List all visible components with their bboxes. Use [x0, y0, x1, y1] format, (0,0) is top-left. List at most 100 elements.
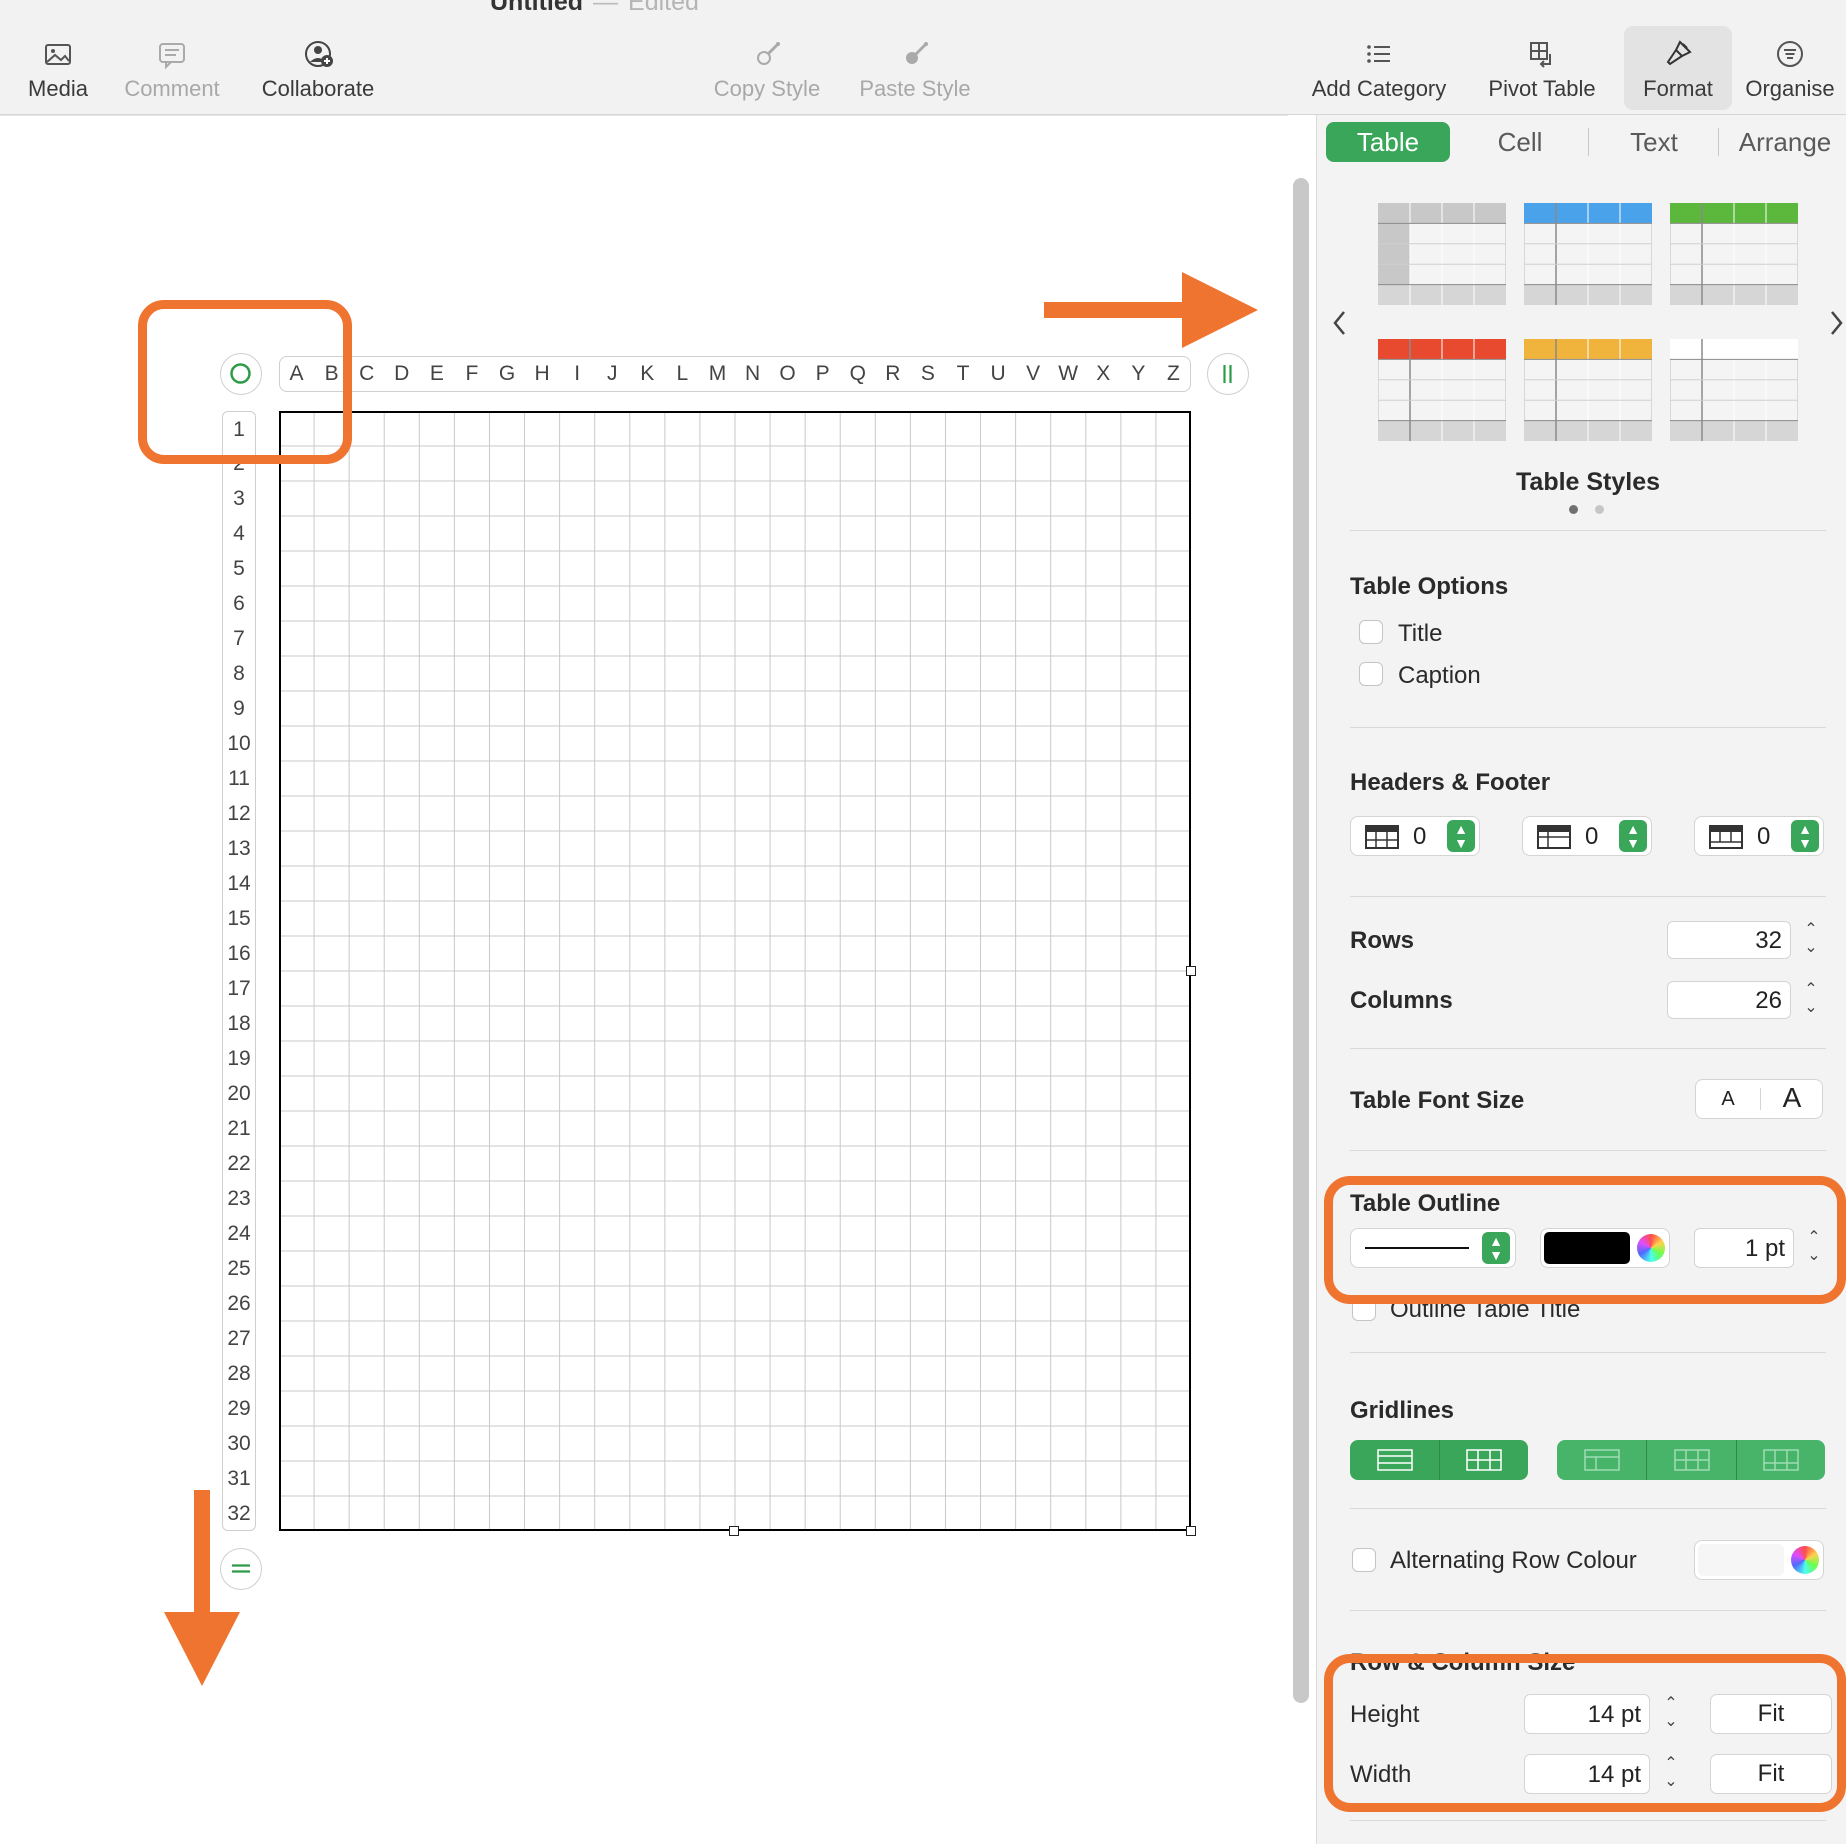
page-dot-active[interactable]: [1569, 505, 1578, 514]
paste-style-button[interactable]: Paste Style: [852, 26, 978, 110]
column-header-W[interactable]: W: [1051, 356, 1086, 392]
column-header-P[interactable]: P: [805, 356, 840, 392]
header-rows-stepper[interactable]: ▲ ▼: [1447, 820, 1475, 852]
column-header-X[interactable]: X: [1086, 356, 1121, 392]
table-style-thumbnail[interactable]: [1524, 203, 1652, 305]
row-header-6[interactable]: 6: [222, 586, 256, 621]
column-header-Q[interactable]: Q: [840, 356, 875, 392]
column-header-F[interactable]: F: [454, 356, 489, 392]
chevron-right-icon[interactable]: [1826, 308, 1846, 338]
rows-stepper[interactable]: ⌃ ⌄: [1800, 921, 1822, 961]
row-header-16[interactable]: 16: [222, 936, 256, 971]
column-header-I[interactable]: I: [560, 356, 595, 392]
rows-input[interactable]: 32: [1667, 921, 1791, 959]
organise-button[interactable]: Organise: [1740, 26, 1840, 110]
horizontal-gridlines-button[interactable]: [1350, 1440, 1440, 1480]
row-header-13[interactable]: 13: [222, 831, 256, 866]
pivot-table-button[interactable]: Pivot Table: [1478, 26, 1606, 110]
row-header-18[interactable]: 18: [222, 1006, 256, 1041]
add-column-handle[interactable]: [1207, 353, 1249, 395]
media-button[interactable]: Media: [14, 26, 102, 110]
row-header-8[interactable]: 8: [222, 656, 256, 691]
column-header-H[interactable]: H: [525, 356, 560, 392]
footer-gridlines-button[interactable]: [1737, 1440, 1825, 1480]
column-header-O[interactable]: O: [770, 356, 805, 392]
column-header-R[interactable]: R: [875, 356, 910, 392]
footer-rows-stepper[interactable]: ▲ ▼: [1791, 820, 1819, 852]
row-header-23[interactable]: 23: [222, 1181, 256, 1216]
header-column-gridlines-button[interactable]: [1647, 1440, 1737, 1480]
row-header-21[interactable]: 21: [222, 1111, 256, 1146]
row-header-20[interactable]: 20: [222, 1076, 256, 1111]
row-header-28[interactable]: 28: [222, 1356, 256, 1391]
alternating-color-well[interactable]: [1694, 1540, 1824, 1580]
table-grid[interactable]: [279, 411, 1191, 1531]
column-header-M[interactable]: M: [700, 356, 735, 392]
column-header-G[interactable]: G: [489, 356, 524, 392]
decrease-font-size-button[interactable]: A: [1696, 1080, 1760, 1118]
row-header-14[interactable]: 14: [222, 866, 256, 901]
column-header-S[interactable]: S: [910, 356, 945, 392]
column-header-N[interactable]: N: [735, 356, 770, 392]
row-header-15[interactable]: 15: [222, 901, 256, 936]
tab-arrange[interactable]: Arrange: [1724, 122, 1846, 162]
header-columns-control[interactable]: 0 ▲ ▼: [1522, 816, 1652, 856]
row-header-27[interactable]: 27: [222, 1321, 256, 1356]
row-header-4[interactable]: 4: [222, 516, 256, 551]
row-header-25[interactable]: 25: [222, 1251, 256, 1286]
column-header-K[interactable]: K: [630, 356, 665, 392]
header-columns-stepper[interactable]: ▲ ▼: [1619, 820, 1647, 852]
resize-handle-corner[interactable]: [1186, 1526, 1196, 1536]
table-style-thumbnail[interactable]: [1378, 203, 1506, 305]
header-rows-control[interactable]: 0 ▲ ▼: [1350, 816, 1480, 856]
tab-text[interactable]: Text: [1592, 122, 1716, 162]
resize-handle-right[interactable]: [1186, 966, 1196, 976]
table-style-thumbnail[interactable]: [1378, 339, 1506, 441]
table-style-thumbnail[interactable]: [1670, 339, 1798, 441]
increase-font-size-button[interactable]: A: [1760, 1080, 1824, 1118]
column-header-C[interactable]: C: [349, 356, 384, 392]
row-header-29[interactable]: 29: [222, 1391, 256, 1426]
footer-rows-control[interactable]: 0 ▲ ▼: [1694, 816, 1824, 856]
row-header-11[interactable]: 11: [222, 761, 256, 796]
column-header-D[interactable]: D: [384, 356, 419, 392]
tab-cell[interactable]: Cell: [1458, 122, 1582, 162]
resize-handle-bottom[interactable]: [729, 1526, 739, 1536]
title-checkbox[interactable]: [1359, 620, 1383, 644]
row-header-19[interactable]: 19: [222, 1041, 256, 1076]
row-header-9[interactable]: 9: [222, 691, 256, 726]
format-button[interactable]: Format: [1624, 26, 1732, 110]
table-style-thumbnail[interactable]: [1670, 203, 1798, 305]
row-header-26[interactable]: 26: [222, 1286, 256, 1321]
vertical-gridlines-button[interactable]: [1440, 1440, 1528, 1480]
row-header-24[interactable]: 24: [222, 1216, 256, 1251]
column-header-U[interactable]: U: [981, 356, 1016, 392]
copy-style-button[interactable]: Copy Style: [706, 26, 828, 110]
column-header-V[interactable]: V: [1016, 356, 1051, 392]
row-header-17[interactable]: 17: [222, 971, 256, 1006]
collaborate-button[interactable]: Collaborate: [250, 26, 386, 110]
color-wheel-icon[interactable]: [1791, 1546, 1819, 1574]
row-header-12[interactable]: 12: [222, 796, 256, 831]
column-header-T[interactable]: T: [945, 356, 980, 392]
header-row-gridlines-button[interactable]: [1557, 1440, 1647, 1480]
row-header-3[interactable]: 3: [222, 481, 256, 516]
comment-button[interactable]: Comment: [116, 26, 228, 110]
column-header-E[interactable]: E: [419, 356, 454, 392]
caption-checkbox[interactable]: [1359, 662, 1383, 686]
column-header-Z[interactable]: Z: [1156, 356, 1191, 392]
chevron-left-icon[interactable]: [1330, 308, 1350, 338]
row-header-30[interactable]: 30: [222, 1426, 256, 1461]
columns-input[interactable]: 26: [1667, 981, 1791, 1019]
row-header-5[interactable]: 5: [222, 551, 256, 586]
add-category-button[interactable]: Add Category: [1304, 26, 1454, 110]
columns-stepper[interactable]: ⌃ ⌄: [1800, 981, 1822, 1021]
page-dot[interactable]: [1595, 505, 1604, 514]
row-header-10[interactable]: 10: [222, 726, 256, 761]
row-header-22[interactable]: 22: [222, 1146, 256, 1181]
tab-table[interactable]: Table: [1326, 122, 1450, 162]
column-header-Y[interactable]: Y: [1121, 356, 1156, 392]
alternating-row-colour-checkbox[interactable]: [1352, 1548, 1376, 1572]
vertical-scrollbar[interactable]: [1293, 178, 1309, 1703]
column-header-L[interactable]: L: [665, 356, 700, 392]
